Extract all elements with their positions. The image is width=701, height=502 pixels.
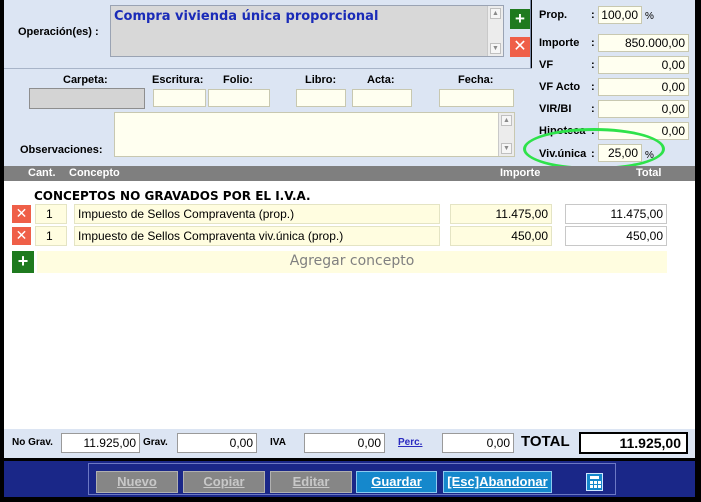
concepts-table: CONCEPTOS NO GRAVADOS POR EL I.V.A. ✕ 1 …	[4, 181, 695, 429]
row-concepto[interactable]: Impuesto de Sellos Compraventa (prop.)	[74, 204, 440, 224]
col-total: Total	[636, 167, 662, 179]
vf-acto-label: VF Acto	[539, 81, 581, 93]
row-cant[interactable]: 1	[35, 226, 67, 246]
escritura-field[interactable]	[153, 89, 206, 107]
grav-field: 0,00	[177, 433, 257, 453]
close-icon: ✕	[15, 227, 28, 243]
scroll-down-icon[interactable]: ▼	[490, 43, 501, 54]
nuevo-button[interactable]: Nuevo	[96, 471, 178, 493]
carpeta-label: Carpeta:	[63, 74, 108, 86]
prop-field[interactable]: 100,00	[598, 6, 642, 24]
perc-link[interactable]: Perc.	[398, 437, 422, 448]
prop-unit: %	[645, 11, 654, 22]
table-row: ✕ 1 Impuesto de Sellos Compraventa viv.ú…	[4, 226, 695, 246]
add-concept-row[interactable]: + Agregar concepto	[12, 251, 667, 273]
folio-label: Folio:	[223, 74, 253, 86]
close-icon: ✕	[15, 205, 28, 221]
importe-field[interactable]: 850.000,00	[598, 34, 689, 52]
operation-field[interactable]: Compra vivienda única proporcional ▲ ▼	[110, 5, 504, 57]
record-section: Carpeta: Escritura: Folio: Libro: Acta: …	[4, 68, 532, 166]
iva-field: 0,00	[304, 433, 385, 453]
totals-bar: No Grav. 11.925,00 Grav. 0,00 IVA 0,00 P…	[4, 429, 695, 458]
row-cant[interactable]: 1	[35, 204, 67, 224]
concepts-table-header: Cant. Concepto Importe Total	[4, 166, 695, 181]
col-importe: Importe	[500, 167, 541, 179]
vf-acto-field[interactable]: 0,00	[598, 78, 689, 96]
prop-label: Prop.	[539, 9, 568, 21]
row-total: 450,00	[565, 226, 667, 246]
section-title: CONCEPTOS NO GRAVADOS POR EL I.V.A.	[34, 189, 311, 203]
folio-field[interactable]	[208, 89, 270, 107]
observaciones-field[interactable]: ▲ ▼	[114, 112, 515, 157]
scroll-down-icon[interactable]: ▼	[501, 143, 512, 154]
carpeta-button[interactable]	[29, 88, 145, 109]
operation-value: Compra vivienda única proporcional	[114, 9, 379, 24]
vf-field[interactable]: 0,00	[598, 56, 689, 74]
libro-label: Libro:	[305, 74, 337, 86]
vir-bi-label: VIR/BI	[539, 103, 572, 115]
acta-label: Acta:	[367, 74, 395, 86]
table-row: ✕ 1 Impuesto de Sellos Compraventa (prop…	[4, 204, 695, 224]
iva-label: IVA	[270, 437, 286, 448]
vir-bi-field[interactable]: 0,00	[598, 100, 689, 118]
observaciones-scrollbar[interactable]: ▲ ▼	[498, 113, 514, 156]
fecha-field[interactable]	[439, 89, 514, 107]
action-group: Nuevo Copiar Editar Guardar [Esc]Abandon…	[88, 463, 616, 495]
libro-field[interactable]	[296, 89, 346, 107]
escritura-label: Escritura:	[152, 74, 204, 86]
row-total: 11.475,00	[565, 204, 667, 224]
no-grav-label: No Grav.	[12, 437, 53, 448]
scroll-up-icon[interactable]: ▲	[501, 115, 512, 126]
plus-icon: +	[17, 251, 29, 271]
abandonar-button[interactable]: [Esc]Abandonar	[443, 471, 552, 493]
close-icon: ✕	[513, 38, 527, 55]
no-grav-field: 11.925,00	[61, 433, 140, 453]
editar-button[interactable]: Editar	[270, 471, 352, 493]
copiar-button[interactable]: Copiar	[183, 471, 265, 493]
calculator-icon[interactable]	[586, 473, 603, 491]
fecha-label: Fecha:	[458, 74, 494, 86]
vf-label: VF	[539, 59, 554, 71]
green-oval-annotation	[523, 128, 665, 170]
acta-field[interactable]	[352, 89, 412, 107]
add-concept-label[interactable]: Agregar concepto	[37, 251, 667, 273]
grav-label: Grav.	[143, 437, 168, 448]
total-field: 11.925,00	[579, 432, 688, 454]
delete-row-button[interactable]: ✕	[12, 205, 31, 223]
operation-section: Operación(es) : Compra vivienda única pr…	[4, 0, 531, 68]
add-concept-button[interactable]: +	[12, 251, 34, 273]
total-label: TOTAL	[521, 433, 570, 450]
operation-scrollbar[interactable]: ▲ ▼	[487, 6, 503, 56]
col-cant: Cant.	[28, 167, 56, 179]
guardar-button[interactable]: Guardar	[356, 471, 437, 493]
perc-field: 0,00	[442, 433, 514, 453]
delete-row-button[interactable]: ✕	[12, 227, 31, 245]
col-concepto: Concepto	[69, 167, 120, 179]
operation-label: Operación(es) :	[18, 26, 99, 38]
row-concepto[interactable]: Impuesto de Sellos Compraventa viv.única…	[74, 226, 440, 246]
add-operation-button[interactable]: +	[510, 9, 530, 29]
operation-window: Operación(es) : Compra vivienda única pr…	[0, 0, 701, 502]
remove-operation-button[interactable]: ✕	[510, 37, 530, 57]
plus-icon: +	[515, 9, 525, 28]
row-importe[interactable]: 11.475,00	[450, 204, 552, 224]
scroll-up-icon[interactable]: ▲	[490, 8, 501, 19]
row-importe[interactable]: 450,00	[450, 226, 552, 246]
importe-label: Importe	[539, 37, 580, 49]
action-bar: Nuevo Copiar Editar Guardar [Esc]Abandon…	[4, 461, 695, 497]
observaciones-label: Observaciones:	[20, 144, 103, 156]
